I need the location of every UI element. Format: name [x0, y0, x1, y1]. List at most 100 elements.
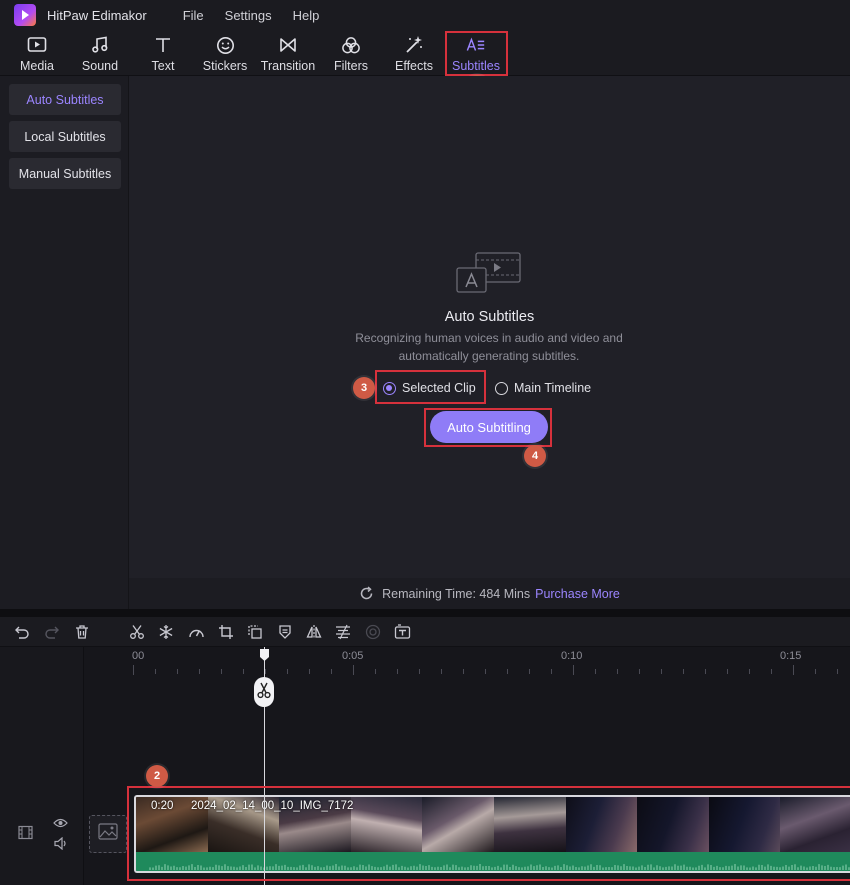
- tick-label-5: 0:05: [342, 650, 364, 662]
- tool-effects[interactable]: Effects: [393, 30, 435, 76]
- panel-title: Auto Subtitles: [444, 309, 535, 325]
- ruler-tick: [551, 669, 552, 674]
- speaker-icon[interactable]: [54, 836, 68, 855]
- callout-badge-4: 4: [524, 445, 546, 467]
- timeline-ruler[interactable]: 00 0:05 0:10 0:15: [85, 647, 850, 675]
- callout-box-subtitles: [445, 31, 508, 76]
- video-track-icon: [18, 825, 33, 845]
- app-logo-icon: [14, 4, 36, 26]
- menu-help[interactable]: Help: [293, 8, 320, 23]
- ruler-tick: [727, 669, 728, 674]
- main-toolbar: Media Sound Text Stickers Transition Fil…: [0, 30, 850, 76]
- ruler-tick: [749, 669, 750, 674]
- scissors-icon: [257, 681, 271, 704]
- tool-text[interactable]: Text: [142, 30, 184, 76]
- option-main-timeline[interactable]: Main Timeline: [495, 378, 591, 398]
- option-main-timeline-label: Main Timeline: [514, 381, 592, 395]
- ruler-tick: [155, 669, 156, 674]
- music-note-icon: [90, 35, 110, 55]
- track-header: [0, 647, 84, 885]
- ruler-tick: [771, 669, 772, 674]
- callout-badge-3: 3: [353, 377, 375, 399]
- text-box-icon[interactable]: [393, 623, 411, 641]
- ruler-tick: [705, 669, 706, 674]
- ruler-tick: [243, 669, 244, 674]
- playhead-split-button[interactable]: [254, 677, 274, 707]
- tool-transition[interactable]: Transition: [259, 30, 317, 76]
- callout-box-video-clip: [127, 786, 850, 881]
- app-title: HitPaw Edimakor: [47, 7, 147, 23]
- ruler-tick: [287, 669, 288, 674]
- ruler-tick: [661, 669, 662, 674]
- tool-text-label: Text: [151, 59, 175, 73]
- remaining-time-label: Remaining Time: 484 Mins: [382, 586, 531, 601]
- disabled-icon: [364, 623, 382, 641]
- redo-icon[interactable]: [43, 623, 61, 641]
- copy-icon[interactable]: [246, 623, 264, 641]
- tool-stickers-label: Stickers: [202, 59, 248, 73]
- callout-box-selected-clip: [375, 370, 486, 404]
- ruler-tick: [441, 669, 442, 674]
- delete-icon[interactable]: [73, 623, 91, 641]
- tool-effects-label: Effects: [395, 59, 433, 73]
- ruler-tick: [815, 669, 816, 674]
- image-upload-icon: [98, 823, 118, 845]
- cover-image-slot[interactable]: [89, 815, 127, 853]
- filters-circles-icon: [341, 35, 361, 55]
- menu-bar: File Settings Help: [183, 8, 341, 23]
- playhead-handle[interactable]: [259, 648, 270, 662]
- speed-icon[interactable]: [187, 623, 205, 641]
- split-icon[interactable]: [128, 623, 146, 641]
- refresh-icon[interactable]: [359, 586, 374, 601]
- tool-media[interactable]: Media: [16, 30, 58, 76]
- sidebar-item-local-subtitles[interactable]: Local Subtitles: [9, 121, 121, 152]
- tool-sound[interactable]: Sound: [79, 30, 121, 76]
- crop-icon[interactable]: [217, 623, 235, 641]
- menu-file[interactable]: File: [183, 8, 204, 23]
- menu-settings[interactable]: Settings: [225, 8, 272, 23]
- ruler-tick: [837, 669, 838, 674]
- tool-filters[interactable]: Filters: [330, 30, 372, 76]
- sidebar-item-manual-subtitles[interactable]: Manual Subtitles: [9, 158, 121, 189]
- ruler-tick: [793, 665, 794, 675]
- eye-icon[interactable]: [53, 816, 68, 834]
- panel-description: Recognizing human voices in audio and vi…: [355, 331, 623, 363]
- subtitles-sidebar: Auto Subtitles Local Subtitles Manual Su…: [0, 76, 128, 609]
- callout-badge-2: 2: [146, 765, 168, 787]
- ruler-tick: [221, 669, 222, 674]
- ruler-tick: [309, 669, 310, 674]
- tool-media-label: Media: [19, 59, 55, 73]
- freeze-icon[interactable]: [157, 623, 175, 641]
- remaining-time-bar: Remaining Time: 484 Mins Purchase More: [129, 578, 850, 609]
- callout-box-auto-subtitling: [424, 408, 552, 447]
- tick-label-10: 0:10: [561, 650, 583, 662]
- ruler-tick: [485, 669, 486, 674]
- align-icon[interactable]: [334, 623, 352, 641]
- ruler-tick: [133, 665, 134, 675]
- ruler-tick: [265, 669, 266, 674]
- mirror-icon[interactable]: [305, 623, 323, 641]
- ruler-tick: [529, 669, 530, 674]
- sidebar-item-auto-subtitles[interactable]: Auto Subtitles: [9, 84, 121, 115]
- smiley-icon: [215, 35, 235, 55]
- undo-icon[interactable]: [13, 623, 31, 641]
- subtitle-video-icon: [456, 252, 522, 299]
- radio-main-timeline[interactable]: [495, 381, 508, 395]
- panel-divider: [0, 609, 850, 617]
- ruler-tick: [573, 665, 574, 675]
- ruler-tick: [463, 669, 464, 674]
- auto-subtitles-panel: Auto Subtitles Recognizing human voices …: [129, 76, 850, 609]
- media-icon: [27, 35, 47, 55]
- ruler-tick: [683, 669, 684, 674]
- ruler-tick: [353, 665, 354, 675]
- bowtie-icon: [278, 35, 298, 55]
- edit-toolbar: [0, 617, 850, 647]
- tool-stickers[interactable]: Stickers: [202, 30, 248, 76]
- ruler-tick: [507, 669, 508, 674]
- purchase-more-link[interactable]: Purchase More: [535, 587, 620, 601]
- tick-label-0: 00: [132, 650, 145, 662]
- mask-icon[interactable]: [276, 623, 294, 641]
- ruler-tick: [617, 669, 618, 674]
- tool-filters-label: Filters: [333, 59, 369, 73]
- ruler-tick: [639, 669, 640, 674]
